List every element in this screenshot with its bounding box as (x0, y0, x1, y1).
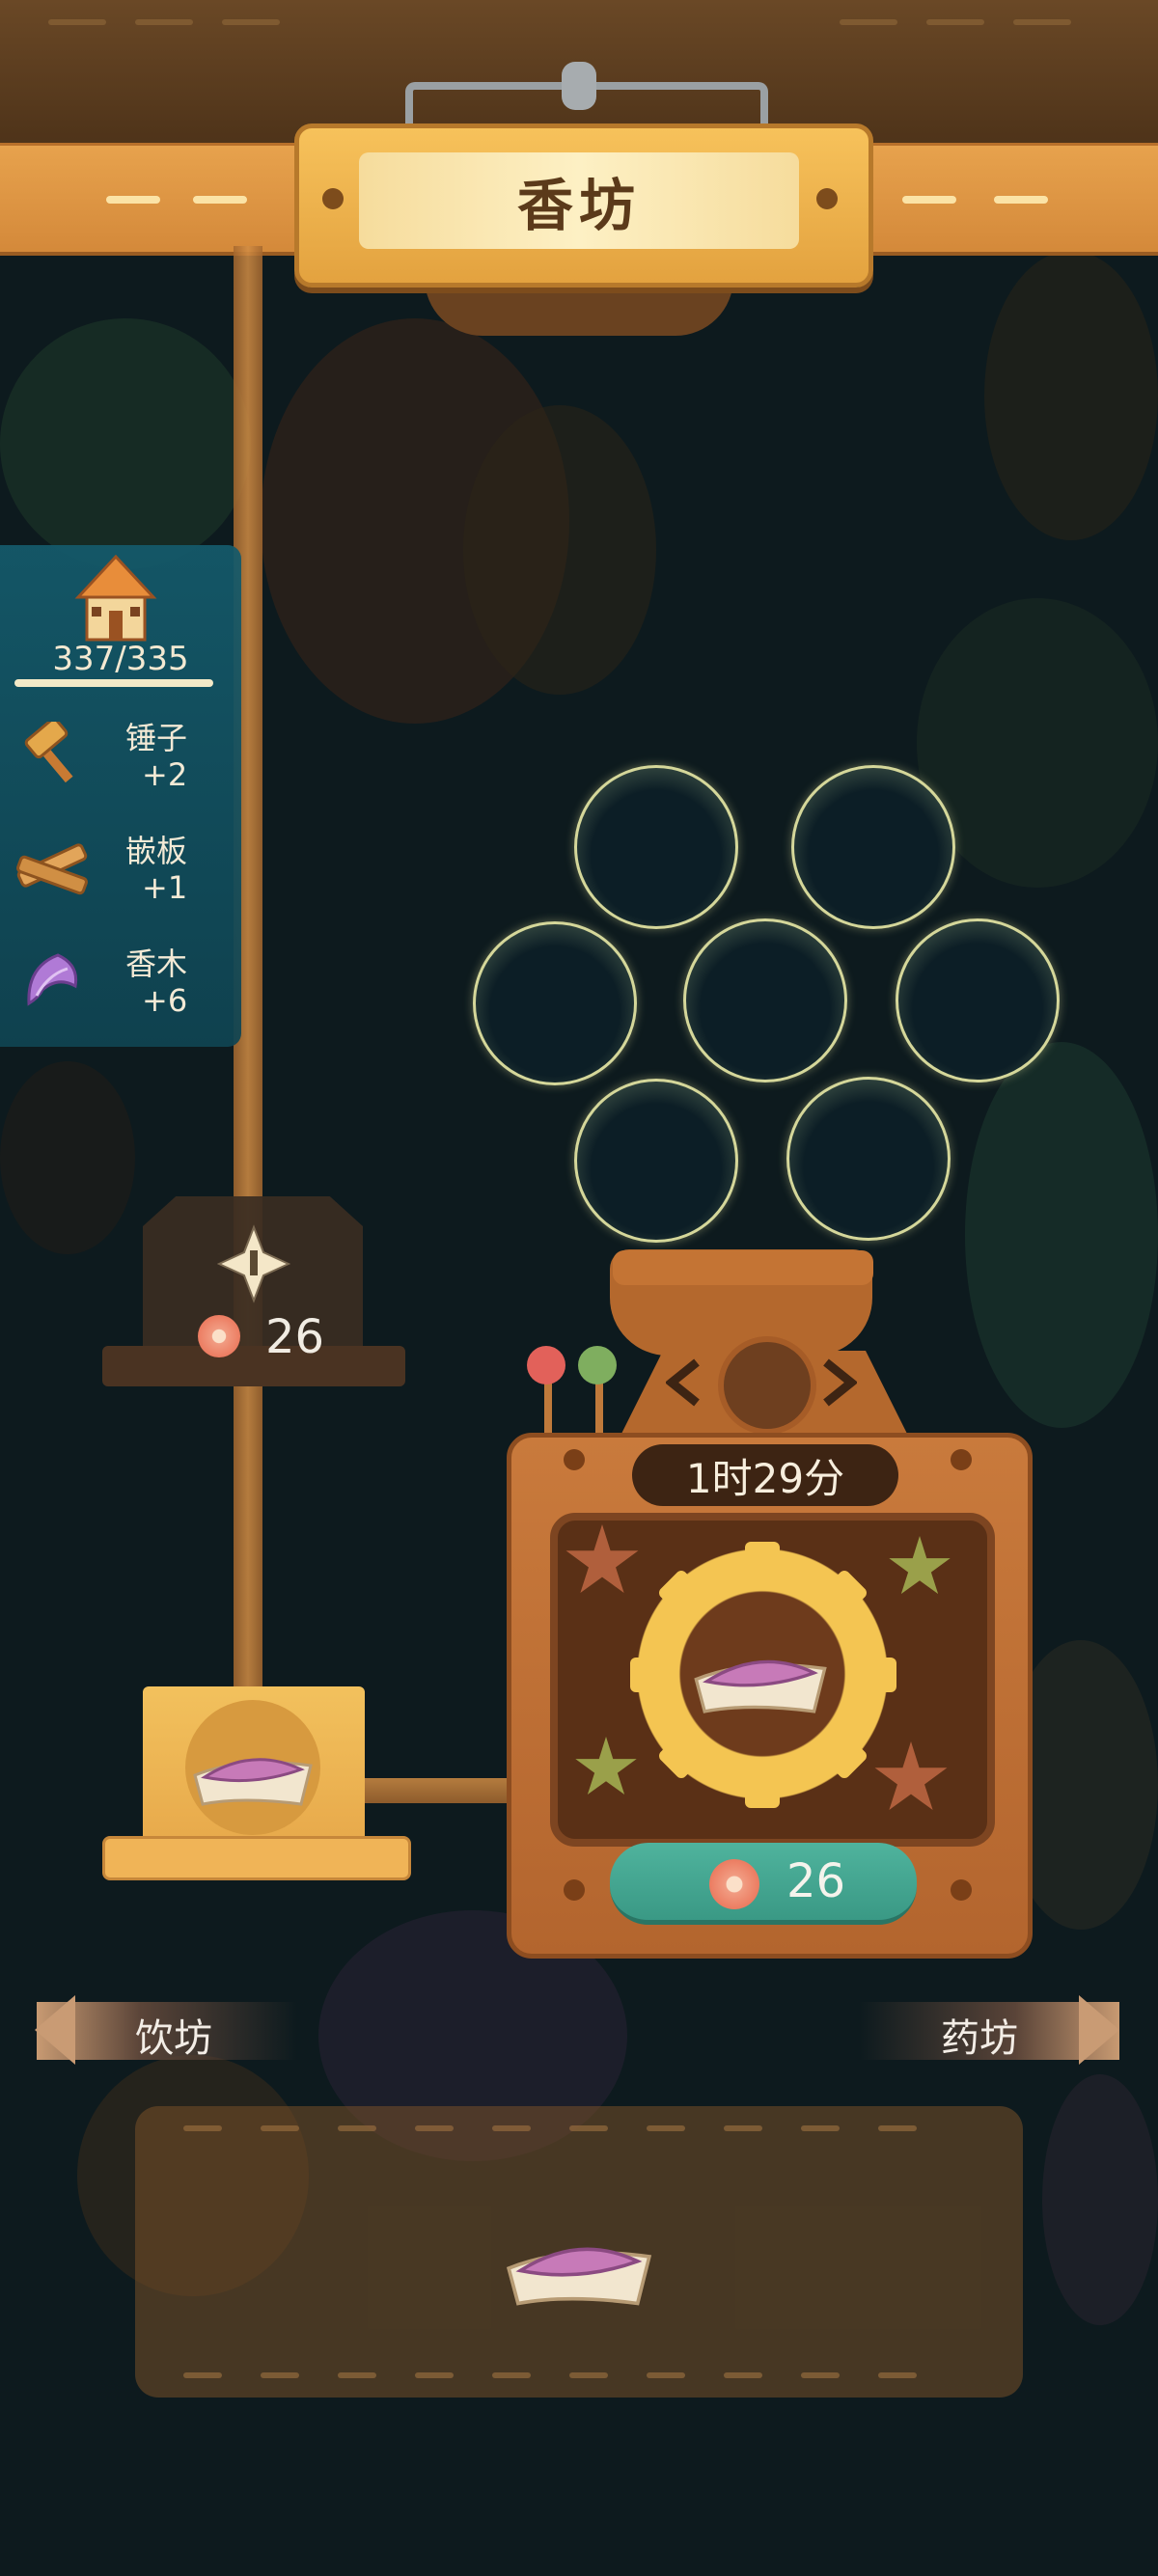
incense-wood-icon (27, 953, 78, 1006)
stat-row-hammer: 锤子 +2 (0, 714, 241, 793)
capacity-bar (14, 679, 213, 687)
ingredient-slot-2[interactable] (791, 765, 955, 929)
chevron-right-icon (823, 1358, 857, 1407)
chevron-left-icon (666, 1358, 700, 1407)
stat-amount: +6 (142, 982, 188, 1019)
speedup-cost: 26 (786, 1854, 846, 1908)
stat-name: 香木 (125, 945, 188, 982)
ingredient-slot-7[interactable] (786, 1077, 951, 1241)
stat-name: 嵌板 (125, 833, 188, 869)
ingredient-slot-3[interactable] (473, 921, 637, 1085)
stat-name: 锤子 (125, 720, 188, 756)
ingredient-slot-6[interactable] (574, 1079, 738, 1243)
ingredient-slot-4[interactable] (683, 918, 847, 1082)
plank-icon (16, 843, 88, 895)
title-plate: 香坊 (359, 152, 799, 249)
green-light-icon (578, 1346, 617, 1384)
workshop-hut-icon (74, 555, 157, 642)
upgrade-cost: 26 (265, 1310, 325, 1364)
sparkle-icon (217, 1224, 290, 1303)
incense-product-icon (193, 1758, 313, 1806)
prev-workshop-label: 饮坊 (135, 2016, 212, 2061)
machine-cap (613, 1250, 873, 1285)
ingredient-slot-5[interactable] (896, 918, 1060, 1082)
output-shelf (102, 1836, 411, 1880)
upgrade-shelf (102, 1346, 405, 1386)
red-light-icon (527, 1346, 565, 1384)
stat-amount: +2 (142, 756, 188, 793)
hanger-knob (562, 62, 596, 110)
chevron-right-icon (1079, 1995, 1119, 2065)
stat-row-plank: 嵌板 +1 (0, 827, 241, 906)
next-workshop-label: 药坊 (941, 2016, 1018, 2061)
flower-currency-icon (198, 1315, 240, 1357)
capacity-count: 337/335 (52, 640, 189, 678)
hammer-icon (24, 722, 73, 783)
machine-dial-icon (718, 1336, 816, 1435)
page-title: 香坊 (516, 173, 641, 238)
chevron-left-icon (35, 1995, 75, 2065)
stat-amount: +1 (142, 869, 188, 906)
craft-timer: 1时29分 (632, 1444, 898, 1506)
ingredient-slot-1[interactable] (574, 765, 738, 929)
stat-row-incense-wood: 香木 +6 (0, 940, 241, 1019)
flower-currency-icon (709, 1859, 759, 1909)
inventory-incense-item[interactable] (497, 2209, 661, 2316)
speedup-button[interactable] (610, 1843, 917, 1925)
incense-product-icon (694, 1659, 827, 1713)
